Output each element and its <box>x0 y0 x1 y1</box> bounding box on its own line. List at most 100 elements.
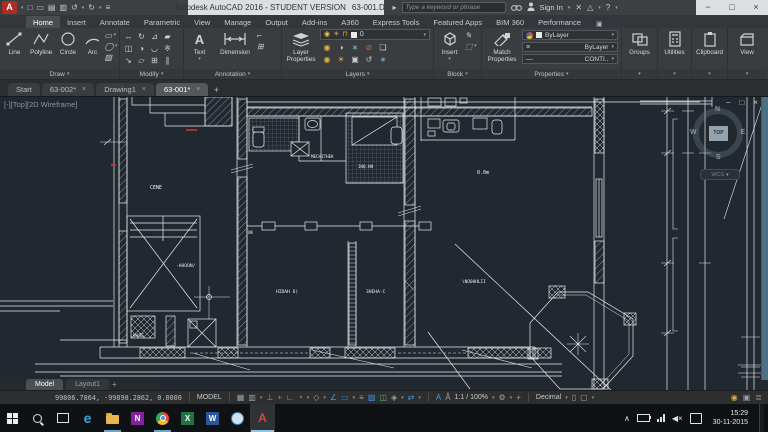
layer-previous-icon[interactable]: ↺ <box>362 54 376 66</box>
taskbar-chrome[interactable] <box>150 404 175 432</box>
redo-caret-icon[interactable]: ▾ <box>99 5 102 11</box>
panel-label-utilities[interactable]: ▾ <box>658 69 691 79</box>
selection-cycling-icon[interactable]: ◫ <box>379 391 387 404</box>
restore-button[interactable]: □ <box>720 0 744 15</box>
copy-icon[interactable]: ◫ <box>122 43 135 55</box>
object-snap-icon[interactable]: ▭ <box>341 391 349 404</box>
groups-button[interactable]: Groups <box>624 29 655 69</box>
taskbar-word[interactable]: W <box>200 404 225 432</box>
taskbar-clock[interactable]: 15:29 30-11-2015 <box>709 409 752 427</box>
close-button[interactable]: × <box>744 0 768 15</box>
rectangle-icon[interactable]: ▭ <box>105 31 113 40</box>
layer-properties-button[interactable]: Layer Properties <box>284 29 318 69</box>
explode-icon[interactable]: ※ <box>161 43 174 55</box>
scale-icon[interactable]: ▱ <box>135 55 148 67</box>
viewport-controls-label[interactable]: [-][Top][2D Wireframe] <box>4 100 77 109</box>
viewcube[interactable]: N W E S TOP <box>690 105 746 161</box>
doc-close-icon[interactable]: × <box>753 98 758 107</box>
model-space-button[interactable]: MODEL <box>197 394 222 401</box>
help-caret-icon[interactable]: ▾ <box>615 5 618 11</box>
wcs-dropdown[interactable]: WCS▾ <box>700 169 740 180</box>
ribbon-options-icon[interactable]: ▣ <box>596 20 603 28</box>
viewcube-east-label[interactable]: E <box>740 129 745 136</box>
autoscale-icon[interactable]: Å <box>445 391 450 404</box>
tray-show-hidden-icons[interactable]: ∧ <box>624 414 630 423</box>
user-icon[interactable] <box>527 2 535 13</box>
taskbar-edge[interactable]: e <box>75 404 100 432</box>
match-properties-button[interactable]: Match Properties <box>484 29 520 69</box>
exchange-apps-icon[interactable]: ✕ <box>575 3 582 12</box>
battery-icon[interactable] <box>637 414 650 422</box>
new-layout-button[interactable]: + <box>112 379 117 390</box>
dynamic-input-icon[interactable]: + <box>277 391 282 404</box>
new-tab-button[interactable]: + <box>210 84 222 96</box>
panel-label-groups[interactable]: ▾ <box>622 69 657 79</box>
layer-freeze-icon[interactable]: ∗ <box>348 42 362 54</box>
redo-icon[interactable]: ↻ <box>88 1 95 14</box>
isometric-drafting-icon[interactable]: ◇ <box>313 391 319 404</box>
app-menu-button[interactable]: A <box>2 1 17 14</box>
vertical-scrollbar[interactable] <box>761 97 768 380</box>
ribbon-tab-addins[interactable]: Add-ins <box>295 16 334 28</box>
insert-button[interactable]: Insert ▾ <box>436 29 463 69</box>
viewcube-top-face[interactable]: TOP <box>709 126 728 141</box>
ribbon-tab-performance[interactable]: Performance <box>531 16 588 28</box>
file-tab-drawing1[interactable]: Drawing1× <box>96 83 154 96</box>
move-icon[interactable]: ↔ <box>122 31 135 43</box>
panel-label-clipboard[interactable]: ▾ <box>692 69 727 79</box>
edit-attributes-icon[interactable]: ✎ <box>465 31 472 40</box>
snap-mode-icon[interactable]: ▥ <box>248 391 256 404</box>
search-input[interactable] <box>402 2 506 13</box>
panel-label-annotation[interactable]: Annotation▾ <box>184 69 281 79</box>
object-snap-tracking-icon[interactable]: ∠ <box>330 391 337 404</box>
ribbon-tab-parametric[interactable]: Parametric <box>137 16 187 28</box>
fillet-icon[interactable]: ◡ <box>148 43 161 55</box>
rotate-icon[interactable]: ↻ <box>135 31 148 43</box>
qat-customize-icon[interactable]: ≡ <box>105 1 110 14</box>
tab-close-icon[interactable]: × <box>196 86 200 93</box>
taskbar-search-button[interactable] <box>25 404 50 432</box>
layer-on-icon[interactable]: ◉ <box>320 54 334 66</box>
viewcube-north-label[interactable]: N <box>715 106 720 113</box>
app-menu-caret-icon[interactable]: ▾ <box>21 5 24 11</box>
viewcube-south-label[interactable]: S <box>716 154 721 161</box>
ribbon-tab-bim360[interactable]: BIM 360 <box>489 16 531 28</box>
layer-dropdown-caret-icon[interactable]: ▾ <box>423 32 426 38</box>
text-button[interactable]: A Text ▾ <box>186 29 213 69</box>
create-block-icon[interactable]: ⬚ <box>465 42 473 51</box>
view-button[interactable]: View <box>730 29 764 69</box>
taskbar-autocad[interactable]: A <box>250 404 275 432</box>
layer-state-icon[interactable]: ∗ <box>376 54 390 66</box>
tab-close-icon[interactable]: × <box>82 86 86 93</box>
file-tab-63-001[interactable]: 63-001*× <box>156 83 208 96</box>
panel-label-layers[interactable]: Layers▾ <box>282 69 433 79</box>
layer-off-icon[interactable]: ◉ <box>320 42 334 54</box>
viewcube-west-label[interactable]: W <box>690 129 697 136</box>
ribbon-tab-a360[interactable]: A360 <box>334 16 366 28</box>
panel-label-view[interactable]: ▾ <box>728 69 766 79</box>
start-button[interactable] <box>0 404 25 432</box>
customization-icon[interactable]: ≣ <box>755 391 762 404</box>
file-tab-start[interactable]: Start <box>8 83 40 96</box>
layer-match-icon[interactable]: ▣ <box>348 54 362 66</box>
layer-select-dropdown[interactable]: ◉ ☀ ⊓ 0 ▾ <box>320 29 430 40</box>
grid-display-icon[interactable]: ▦ <box>237 391 245 404</box>
panel-label-draw[interactable]: Draw▾ <box>0 69 119 79</box>
leader-icon[interactable]: ⌐ <box>257 31 262 40</box>
trim-icon[interactable]: ⊿ <box>148 31 161 43</box>
network-icon[interactable] <box>657 414 665 422</box>
sign-in-label[interactable]: Sign In <box>540 3 563 12</box>
task-view-button[interactable] <box>50 404 75 432</box>
dynamic-ucs-icon[interactable]: ⇄ <box>408 391 415 404</box>
plot-icon[interactable]: ▥ <box>59 1 67 14</box>
search-play-icon[interactable]: ▸ <box>392 3 396 12</box>
ribbon-tab-insert[interactable]: Insert <box>60 16 93 28</box>
offset-icon[interactable]: ∥ <box>161 55 174 67</box>
utilities-button[interactable]: Utilities <box>660 29 689 69</box>
ribbon-tab-annotate[interactable]: Annotate <box>93 16 137 28</box>
polyline-button[interactable]: Polyline <box>29 29 54 69</box>
panel-label-block[interactable]: Block▾ <box>434 69 481 79</box>
a360-icon[interactable]: △ <box>587 3 593 12</box>
ellipse-icon[interactable]: ◯ <box>105 42 114 51</box>
table-icon[interactable]: ⊞ <box>257 42 264 51</box>
